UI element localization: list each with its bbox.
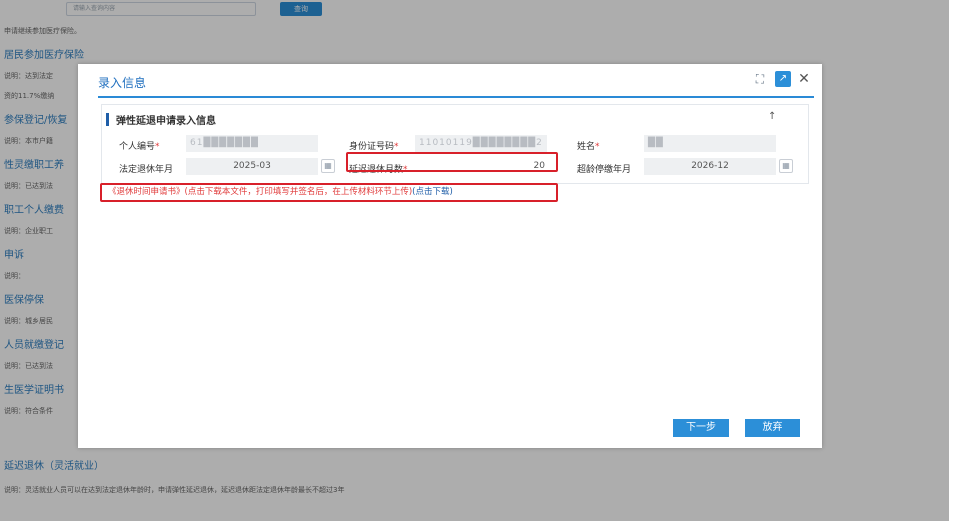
section-header: 弹性延退申请录入信息 bbox=[106, 112, 216, 127]
export-icon[interactable]: ↗ bbox=[775, 71, 791, 87]
id-card-field: 11010119████████2 bbox=[415, 135, 547, 152]
page-scrollbar-area bbox=[949, 0, 958, 521]
section-accent-bar bbox=[106, 112, 109, 126]
next-step-button[interactable]: 下一步 bbox=[673, 419, 729, 437]
dialog-header: 录入信息 ⛶ ↗ ✕ bbox=[78, 64, 822, 98]
application-form-notice: 《退休时间申请书》(点击下载本文件，打印填写并签名后，在上传材料环节上传)(点击… bbox=[100, 183, 558, 202]
download-link[interactable]: (点击下载) bbox=[412, 187, 453, 197]
entry-dialog: 录入信息 ⛶ ↗ ✕ 弹性延退申请录入信息 ↑ 个人编号* 61███████ … bbox=[78, 64, 822, 448]
legal-retire-date-field: 2025-03 bbox=[186, 158, 318, 175]
collapse-arrow-icon[interactable]: ↑ bbox=[768, 111, 776, 122]
dialog-title: 录入信息 bbox=[98, 76, 147, 90]
name-field: ██ bbox=[644, 135, 776, 152]
id-card-label: 身份证号码* bbox=[349, 142, 399, 152]
calendar-icon[interactable]: ▦ bbox=[321, 159, 335, 173]
person-id-label: 个人编号* bbox=[119, 142, 160, 152]
close-icon[interactable]: ✕ bbox=[796, 71, 812, 87]
overage-stop-date-label: 超龄停缴年月 bbox=[577, 165, 632, 175]
person-id-field: 61███████ bbox=[186, 135, 318, 152]
delay-retirement-form-section: 弹性延退申请录入信息 ↑ 个人编号* 61███████ 身份证号码* 1101… bbox=[101, 104, 809, 184]
name-label: 姓名* bbox=[577, 142, 600, 152]
overage-stop-date-field: 2026-12 bbox=[644, 158, 776, 175]
section-title: 弹性延退申请录入信息 bbox=[116, 115, 216, 127]
delay-months-highlight bbox=[346, 152, 558, 172]
legal-retire-date-label: 法定退休年月 bbox=[119, 165, 174, 175]
calendar-icon[interactable]: ▦ bbox=[779, 159, 793, 173]
fullscreen-icon[interactable]: ⛶ bbox=[752, 71, 768, 87]
notice-text: 《退休时间申请书》(点击下载本文件，打印填写并签名后，在上传材料环节上传) bbox=[108, 187, 413, 197]
header-divider bbox=[98, 96, 814, 98]
abandon-button[interactable]: 放弃 bbox=[745, 419, 800, 437]
